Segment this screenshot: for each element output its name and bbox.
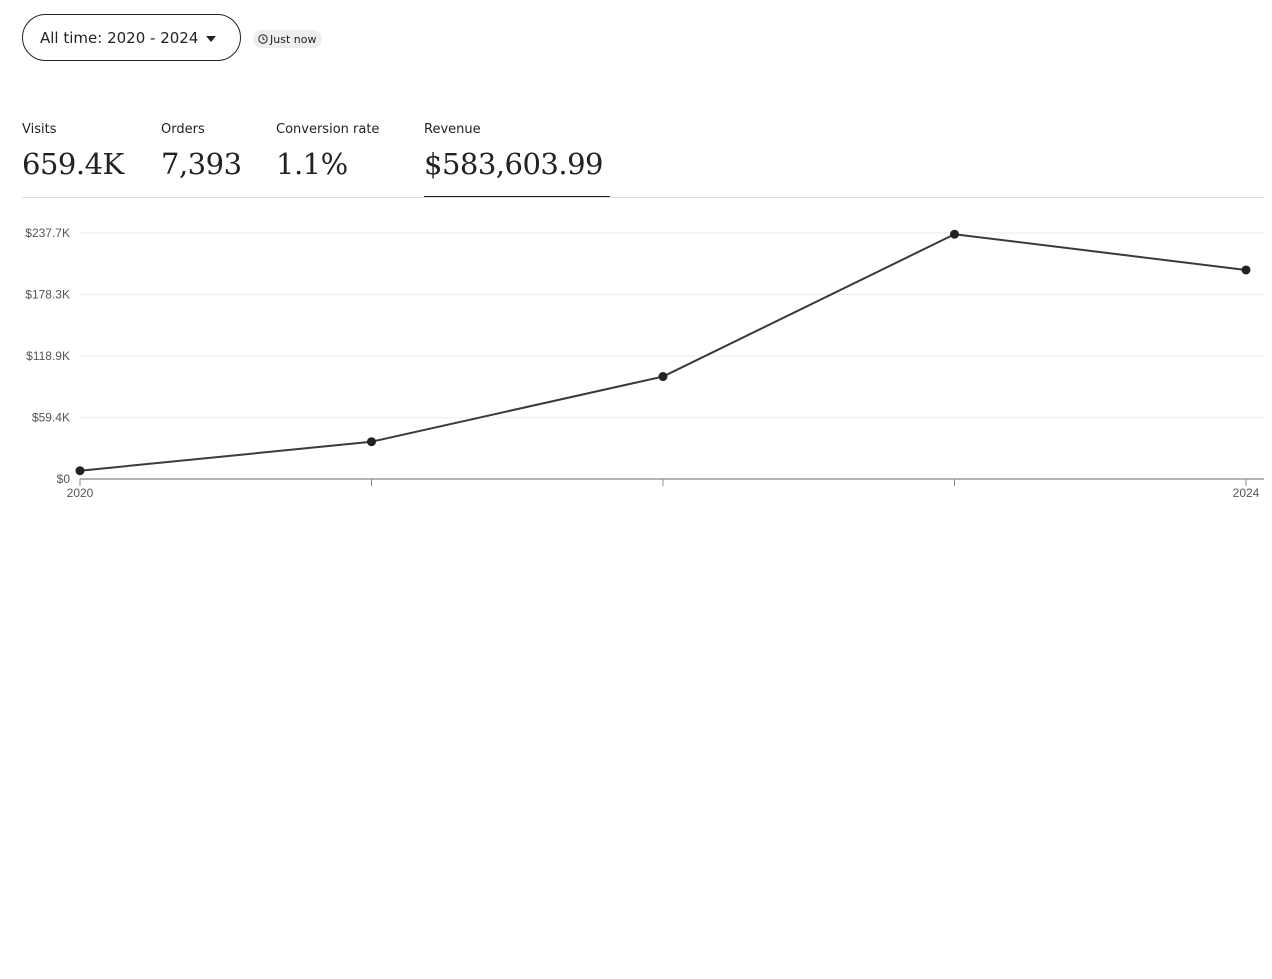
x-tick-label: 2020 (67, 486, 94, 500)
y-tick-label: $0 (57, 472, 71, 486)
chart-x-axis (79, 478, 1264, 486)
x-tick-label: 2024 (1233, 486, 1260, 500)
chart-labels: $0 $59.4K $118.9K $178.3K $237.7K 2020 2024 (25, 226, 1259, 500)
chart-points (75, 229, 1251, 476)
date-range-label: All time: 2020 - 2024 (40, 28, 199, 47)
date-range-button[interactable]: All time: 2020 - 2024 (22, 14, 241, 61)
y-tick-label: $59.4K (32, 411, 70, 425)
metric-value: $583,603.99 (424, 147, 604, 181)
data-point[interactable] (75, 466, 85, 476)
metric-label: Orders (161, 122, 205, 137)
y-tick-label: $178.3K (25, 287, 70, 301)
metrics-divider (22, 197, 1264, 198)
metric-tab-orders[interactable]: Orders 7,393 (161, 122, 242, 181)
metric-label: Conversion rate (276, 122, 380, 137)
data-point[interactable] (950, 229, 959, 239)
caret-down-icon (206, 35, 217, 42)
data-point[interactable] (367, 437, 376, 447)
metric-tab-conversion-rate[interactable]: Conversion rate 1.1% (276, 122, 379, 181)
y-tick-label: $118.9K (26, 349, 70, 363)
metric-tab-visits[interactable]: Visits 659.4K (22, 122, 124, 181)
metric-tab-revenue[interactable]: Revenue $583,603.99 (424, 122, 610, 198)
metric-value: 659.4K (22, 147, 124, 181)
metric-value: 7,393 (161, 147, 242, 181)
metric-label: Revenue (424, 122, 481, 137)
last-updated-badge: Just now (253, 30, 323, 48)
last-updated-text: Just now (270, 32, 317, 46)
chart-grid (80, 232, 1264, 419)
series-line (79, 233, 1247, 472)
metric-label: Visits (22, 122, 57, 137)
y-tick-label: $237.7K (25, 226, 70, 240)
chart-series (79, 233, 1247, 472)
metric-value: 1.1% (276, 147, 348, 181)
data-point[interactable] (658, 372, 668, 382)
clock-icon (258, 34, 268, 44)
data-point[interactable] (1241, 265, 1251, 275)
